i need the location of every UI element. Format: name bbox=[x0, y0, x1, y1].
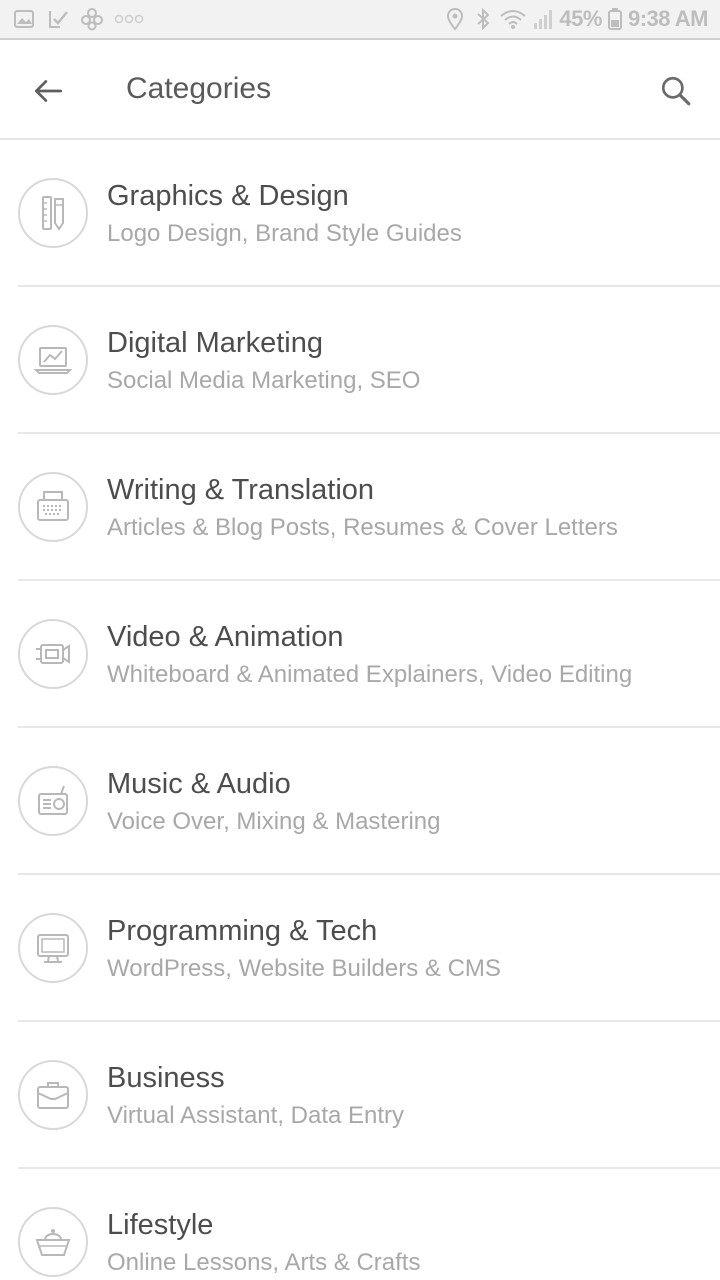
flower-app-icon bbox=[80, 7, 104, 31]
category-title: Programming & Tech bbox=[107, 915, 378, 947]
category-subtitle: Online Lessons, Arts & Crafts bbox=[107, 1249, 421, 1276]
search-button[interactable] bbox=[652, 67, 700, 115]
category-subtitle: WordPress, Website Builders & CMS bbox=[107, 955, 501, 982]
page-title: Categories bbox=[126, 72, 272, 105]
status-bar-left bbox=[12, 7, 144, 31]
category-item-video-animation[interactable]: Video & Animation Whiteboard & Animated … bbox=[0, 581, 720, 728]
category-item-writing-translation[interactable]: Writing & Translation Articles & Blog Po… bbox=[0, 434, 720, 581]
briefcase-icon bbox=[18, 1060, 88, 1130]
category-subtitle: Whiteboard & Animated Explainers, Video … bbox=[107, 661, 633, 688]
category-title: Graphics & Design bbox=[107, 180, 349, 212]
category-title: Business bbox=[107, 1062, 225, 1094]
gallery-notification-icon bbox=[12, 7, 36, 31]
category-title: Music & Audio bbox=[107, 768, 291, 800]
radio-icon bbox=[18, 766, 88, 836]
more-dots-icon bbox=[114, 7, 144, 31]
category-title: Writing & Translation bbox=[107, 474, 375, 506]
clock: 9:38 AM bbox=[627, 6, 709, 31]
category-item-lifestyle[interactable]: Lifestyle Online Lessons, Arts & Crafts bbox=[0, 1169, 720, 1280]
category-item-graphics-design[interactable]: Graphics & Design Logo Design, Brand Sty… bbox=[0, 140, 720, 287]
category-title: Lifestyle bbox=[107, 1209, 214, 1241]
battery-icon bbox=[606, 7, 624, 31]
category-item-programming-tech[interactable]: Programming & Tech WordPress, Website Bu… bbox=[0, 875, 720, 1022]
pencil-ruler-icon bbox=[18, 178, 88, 248]
checklist-notification-icon bbox=[46, 7, 70, 31]
category-list: Graphics & Design Logo Design, Brand Sty… bbox=[0, 140, 720, 1280]
laptop-chart-icon bbox=[18, 325, 88, 395]
category-subtitle: Articles & Blog Posts, Resumes & Cover L… bbox=[107, 514, 618, 541]
location-icon bbox=[443, 7, 467, 31]
signal-icon bbox=[531, 7, 555, 31]
category-title: Digital Marketing bbox=[107, 327, 323, 359]
arrow-left-icon bbox=[31, 74, 65, 108]
search-icon bbox=[659, 74, 693, 108]
category-subtitle: Social Media Marketing, SEO bbox=[107, 367, 421, 394]
basket-icon bbox=[18, 1207, 88, 1277]
video-camera-icon bbox=[18, 619, 88, 689]
app-bar: Categories bbox=[0, 42, 720, 140]
category-item-digital-marketing[interactable]: Digital Marketing Social Media Marketing… bbox=[0, 287, 720, 434]
category-subtitle: Voice Over, Mixing & Mastering bbox=[107, 808, 441, 835]
category-subtitle: Virtual Assistant, Data Entry bbox=[107, 1102, 405, 1129]
monitor-icon bbox=[18, 913, 88, 983]
typewriter-icon bbox=[18, 472, 88, 542]
app-screen: 45% 9:38 AM Categories Graphics & Design bbox=[0, 0, 720, 1280]
status-bar-right: 45% 9:38 AM bbox=[443, 6, 709, 32]
category-item-music-audio[interactable]: Music & Audio Voice Over, Mixing & Maste… bbox=[0, 728, 720, 875]
category-item-business[interactable]: Business Virtual Assistant, Data Entry bbox=[0, 1022, 720, 1169]
category-subtitle: Logo Design, Brand Style Guides bbox=[107, 220, 462, 247]
wifi-icon bbox=[499, 7, 527, 31]
bluetooth-icon bbox=[471, 7, 495, 31]
back-button[interactable] bbox=[24, 67, 72, 115]
battery-percentage: 45% bbox=[559, 6, 602, 31]
status-bar: 45% 9:38 AM bbox=[0, 0, 720, 40]
category-title: Video & Animation bbox=[107, 621, 344, 653]
